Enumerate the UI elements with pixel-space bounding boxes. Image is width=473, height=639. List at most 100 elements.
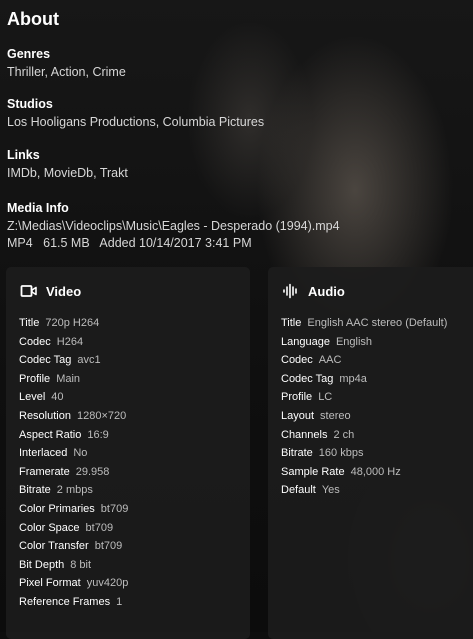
video-property-label: Pixel Format (19, 577, 81, 590)
video-property-row: Aspect Ratio 16:9 (19, 426, 128, 445)
audio-property-label: Codec Tag (281, 372, 334, 385)
video-property-value: 1 (116, 595, 123, 608)
audio-property-row: Bitrate 160 kbps (281, 444, 447, 463)
audio-property-row: Title English AAC stereo (Default) (281, 314, 447, 333)
links-label: Links (7, 148, 40, 162)
video-property-label: Interlaced (19, 447, 68, 460)
video-property-row: Color Transfer bt709 (19, 537, 128, 556)
video-property-row: Codec Tag avc1 (19, 351, 128, 370)
audio-property-row: Layout stereo (281, 407, 447, 426)
video-property-value: 2 mbps (56, 484, 93, 497)
video-property-row: Bitrate 2 mbps (19, 481, 128, 500)
video-property-value: 720p H264 (45, 317, 100, 329)
audio-property-row: Language English (281, 333, 447, 352)
genres-label: Genres (7, 47, 51, 61)
video-property-value: H264 (56, 335, 84, 348)
audio-property-label: Language (281, 335, 330, 348)
video-property-label: Codec Tag (19, 354, 72, 367)
studios-label: Studios (7, 97, 53, 111)
video-property-label: Codec (19, 335, 51, 348)
genres-section: Genres Thriller, Action, Crime (7, 47, 126, 79)
studios-value[interactable]: Los Hooligans Productions, Columbia Pict… (7, 115, 264, 129)
video-property-row: Pixel Format yuv420p (19, 574, 128, 593)
video-property-value: 29.958 (75, 465, 110, 478)
video-property-value: bt709 (94, 540, 123, 553)
video-property-row: Framerate 29.958 (19, 463, 128, 482)
audio-property-value: 2 ch (333, 428, 355, 441)
video-property-value: Main (56, 372, 81, 385)
audio-property-value: mp4a (339, 372, 367, 385)
audio-property-row: Profile LC (281, 388, 447, 407)
audio-property-label: Profile (281, 391, 313, 404)
video-property-label: Profile (19, 372, 51, 385)
video-camera-icon (20, 283, 38, 299)
media-path: Z:\Medias\Videoclips\Music\Eagles - Desp… (7, 219, 340, 233)
audio-property-value: 160 kbps (318, 447, 364, 460)
audio-property-row: Codec AAC (281, 351, 447, 370)
audio-property-label: Codec (281, 354, 313, 367)
audio-property-value: AAC (318, 354, 342, 367)
video-property-row: Bit Depth 8 bit (19, 556, 128, 575)
video-property-row: Color Space bt709 (19, 519, 128, 538)
audio-properties-list: Title English AAC stereo (Default) Languag… (281, 314, 447, 500)
audio-property-value: English AAC stereo (Default) (307, 317, 448, 329)
audio-stream-card: Audio Title English AAC stereo (Default) L… (268, 267, 473, 639)
audio-property-label: Bitrate (281, 447, 313, 460)
audio-property-value: LC (318, 391, 333, 404)
video-properties-list: Title 720p H264 Codec H264 Codec Tag avc1 Prof… (19, 314, 128, 612)
about-title: About (7, 9, 59, 29)
video-property-row: Reference Frames 1 (19, 593, 128, 612)
video-property-label: Aspect Ratio (19, 428, 82, 441)
audio-property-label: Sample Rate (281, 465, 345, 478)
video-property-label: Color Transfer (19, 540, 89, 553)
video-property-label: Color Space (19, 521, 80, 534)
video-property-label: Bitrate (19, 484, 51, 497)
video-property-label: Framerate (19, 465, 70, 478)
video-stream-card: Video Title 720p H264 Codec H264 Codec Tag av… (6, 267, 250, 639)
video-property-row: Title 720p H264 (19, 314, 128, 333)
about-panel: About Genres Thriller, Action, Crime Stu… (0, 0, 473, 639)
video-property-value: avc1 (77, 354, 101, 367)
video-property-row: Level 40 (19, 388, 128, 407)
video-property-label: Reference Frames (19, 595, 111, 608)
links-section: Links IMDb, MovieDb, Trakt (7, 148, 128, 180)
video-property-row: Interlaced No (19, 444, 128, 463)
video-property-value: 40 (51, 391, 64, 404)
audio-property-row: Codec Tag mp4a (281, 370, 447, 389)
audio-waveform-icon (282, 283, 300, 299)
video-property-value: yuv420p (86, 577, 129, 590)
studios-section: Studios Los Hooligans Productions, Colum… (7, 97, 264, 129)
media-info-section: Media Info Z:\Medias\Videoclips\Music\Ea… (7, 201, 340, 250)
audio-property-value: 48,000 Hz (350, 465, 401, 478)
video-property-label: Bit Depth (19, 558, 65, 571)
media-info-label: Media Info (7, 201, 69, 215)
video-property-row: Resolution 1280×720 (19, 407, 128, 426)
video-card-header: Video (20, 283, 81, 299)
audio-property-label: Channels (281, 428, 328, 441)
genres-value[interactable]: Thriller, Action, Crime (7, 65, 126, 79)
audio-card-header: Audio (282, 283, 345, 299)
video-property-value: 1280×720 (76, 409, 127, 422)
video-property-row: Color Primaries bt709 (19, 500, 128, 519)
video-property-value: 16:9 (87, 428, 109, 441)
video-property-value: 8 bit (70, 558, 92, 571)
video-property-value: bt709 (85, 521, 114, 534)
audio-property-value: English (335, 335, 373, 348)
audio-property-label: Layout (281, 409, 315, 422)
video-property-label: Level (19, 391, 46, 404)
video-property-label: Resolution (19, 409, 71, 422)
audio-property-label: Default (281, 484, 316, 497)
links-value[interactable]: IMDb, MovieDb, Trakt (7, 166, 128, 180)
video-card-title: Video (46, 283, 82, 299)
audio-property-label: Title (281, 317, 302, 329)
media-summary: MP4 61.5 MB Added 10/14/2017 3:41 PM (7, 236, 252, 250)
video-property-row: Codec H264 (19, 333, 128, 352)
audio-card-title: Audio (308, 283, 345, 299)
video-property-row: Profile Main (19, 370, 128, 389)
audio-property-value: stereo (320, 409, 351, 422)
video-property-label: Title (19, 317, 40, 329)
audio-property-value: Yes (321, 484, 340, 497)
video-property-value: No (73, 447, 88, 460)
audio-property-row: Default Yes (281, 481, 447, 500)
video-property-label: Color Primaries (19, 502, 95, 515)
